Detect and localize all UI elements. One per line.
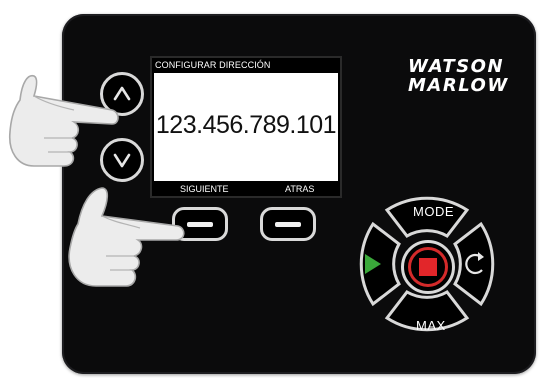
pointing-hand-lower (68, 187, 185, 287)
lcd-display: CONFIGURAR DIRECCIÓN 123.456.789.101 SIG… (150, 56, 342, 198)
right-softkey-button[interactable] (260, 207, 316, 241)
screen-title: CONFIGURAR DIRECCIÓN (155, 60, 271, 70)
max-label: MAX (416, 318, 446, 333)
stop-button[interactable] (401, 240, 455, 294)
logo-line-2: MARLOW (408, 75, 509, 96)
lcd-content-area: 123.456.789.101 (154, 73, 338, 181)
pointing-hand-upper (9, 74, 119, 167)
logo-line-1: WATSON (408, 56, 505, 77)
watson-marlow-logo: WATSON MARLOW (408, 56, 526, 96)
mode-label: MODE (413, 204, 454, 219)
address-value: 123.456.789.101 (155, 111, 337, 139)
direction-button[interactable] (453, 221, 495, 307)
right-softkey-label: ATRAS (285, 184, 315, 194)
stop-icon (419, 258, 437, 276)
